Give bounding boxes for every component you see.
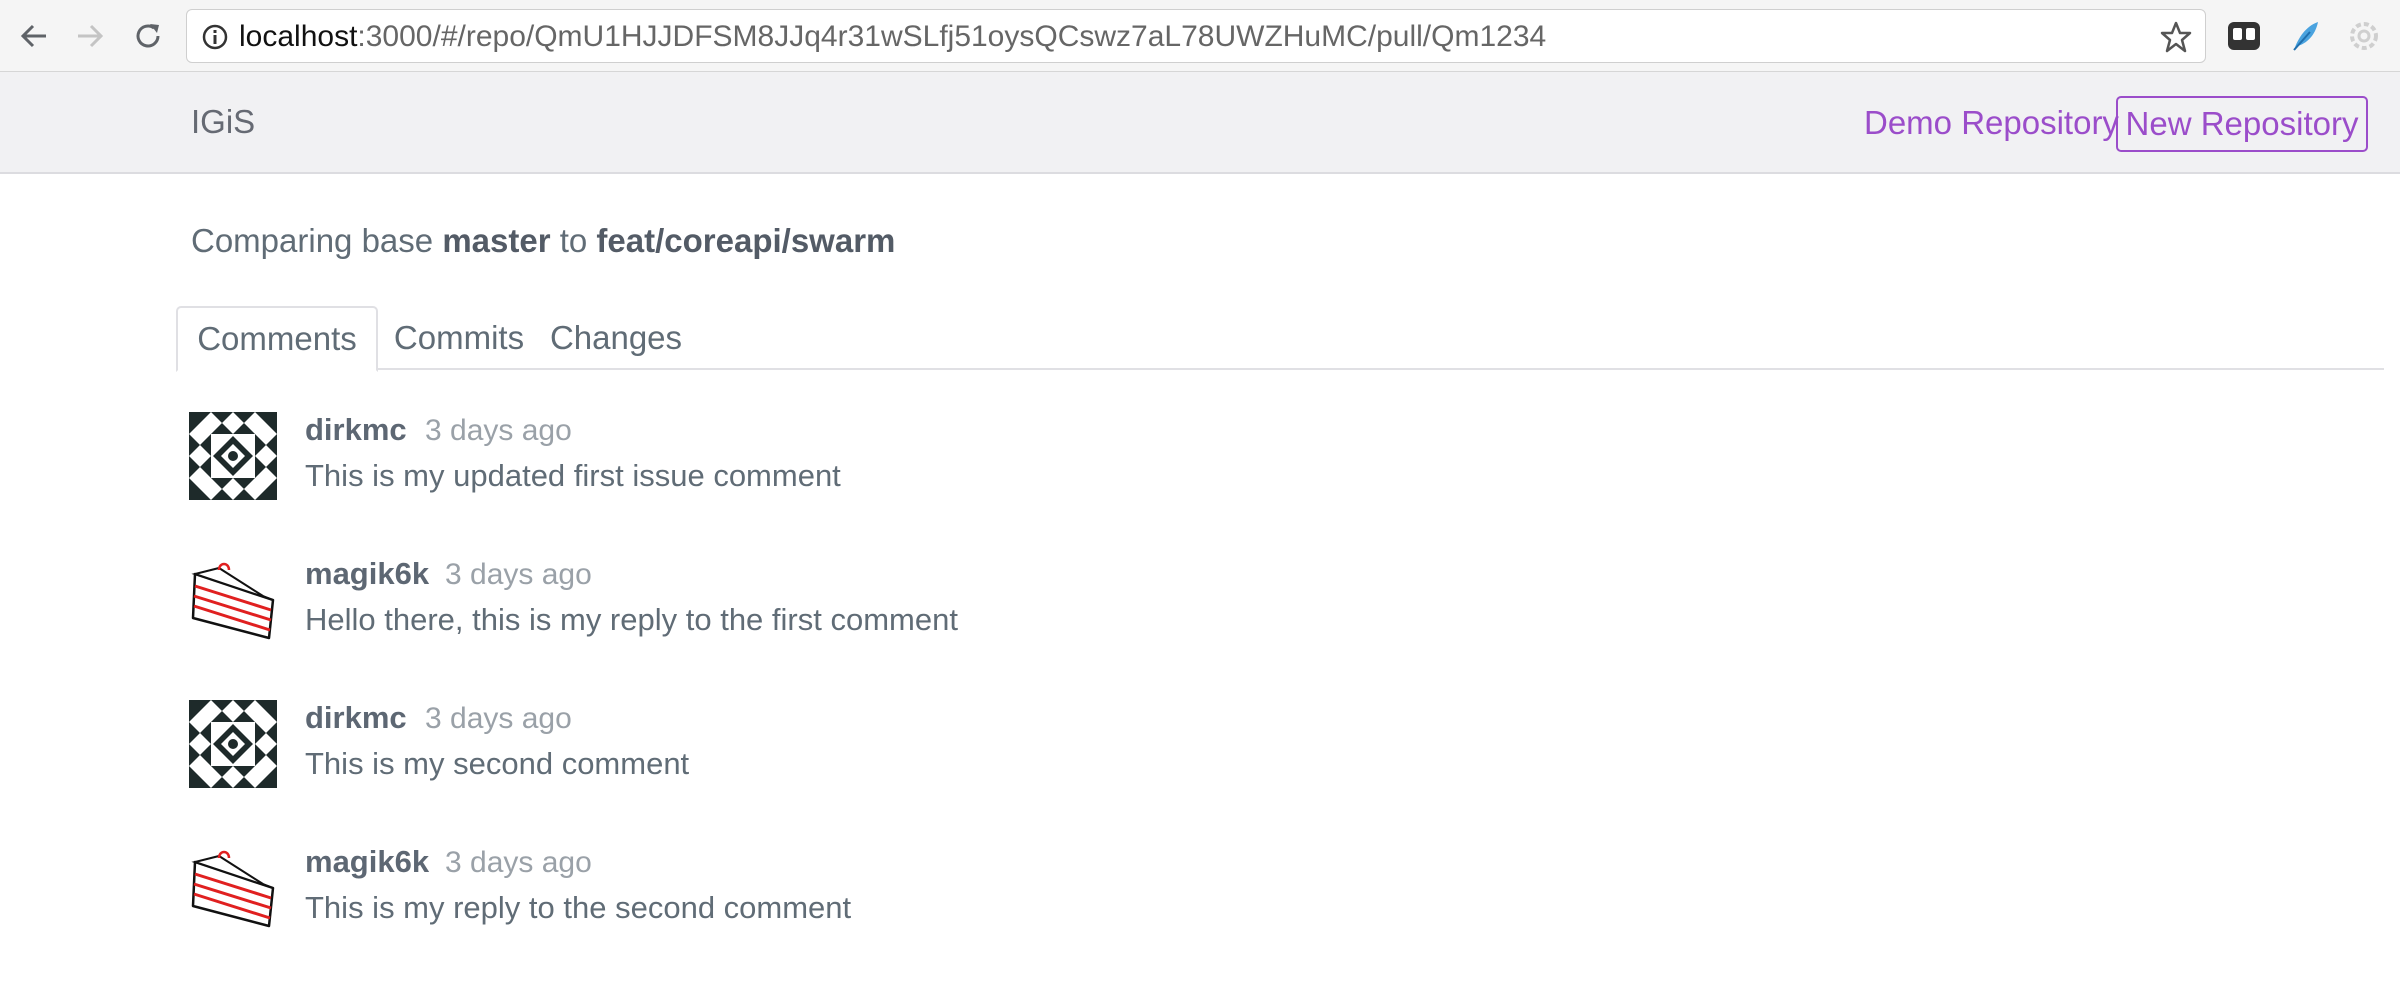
tab-changes[interactable]: Changes [540, 306, 692, 370]
app-navbar: IGiS Demo Repository New Repository [0, 72, 2400, 174]
comment-timestamp: 3 days ago [445, 558, 592, 591]
compare-prefix: Comparing base [191, 222, 434, 259]
reload-icon[interactable] [126, 14, 170, 58]
comment-author[interactable]: magik6k [305, 556, 429, 592]
browser-toolbar: localhost:3000/#/repo/QmU1HJJDFSM8JJq4r3… [0, 0, 2400, 72]
cake-slice-avatar [189, 844, 277, 932]
comment-item: dirkmc 3 days ago This is my second comm… [189, 700, 1989, 800]
comment-body: This is my reply to the second comment [305, 890, 852, 925]
comment-item: magik6k 3 days ago This is my reply to t… [189, 844, 1989, 944]
comment-body: This is my updated first issue comment [305, 458, 841, 493]
address-bar[interactable]: localhost:3000/#/repo/QmU1HJJDFSM8JJq4r3… [186, 9, 2206, 63]
url-text: localhost:3000/#/repo/QmU1HJJDFSM8JJq4r3… [239, 21, 1546, 53]
comment-timestamp: 3 days ago [425, 414, 572, 447]
tab-bar: Comments Commits Changes [176, 306, 2384, 372]
cake-slice-avatar [189, 556, 277, 644]
comment-author[interactable]: dirkmc [305, 700, 407, 736]
head-branch: feat/coreapi/swarm [596, 222, 896, 259]
comment-body: Hello there, this is my reply to the fir… [305, 602, 958, 637]
info-icon[interactable] [201, 23, 229, 56]
base-branch: master [442, 222, 551, 259]
comment-author[interactable]: dirkmc [305, 412, 407, 448]
feather-icon[interactable] [2288, 18, 2324, 54]
tab-commits[interactable]: Commits [386, 306, 532, 370]
ghostery-icon[interactable] [2226, 18, 2262, 54]
comment-timestamp: 3 days ago [445, 846, 592, 879]
compare-heading: Comparing base master to feat/coreapi/sw… [191, 222, 895, 260]
demo-repository-link[interactable]: Demo Repository [1864, 104, 2119, 142]
forward-arrow-icon[interactable] [68, 14, 112, 58]
star-icon[interactable] [2159, 20, 2193, 59]
comment-item: magik6k 3 days ago Hello there, this is … [189, 556, 1989, 656]
tab-comments[interactable]: Comments [176, 306, 378, 372]
settings-gear-icon[interactable] [2346, 18, 2382, 54]
comment-body: This is my second comment [305, 746, 690, 781]
new-repository-button[interactable]: New Repository [2116, 96, 2368, 152]
url-host: localhost [239, 20, 358, 53]
geometric-pattern-avatar [189, 700, 277, 788]
brand-logo-text[interactable]: IGiS [191, 103, 255, 141]
back-arrow-icon[interactable] [12, 14, 56, 58]
comment-timestamp: 3 days ago [425, 702, 572, 735]
compare-middle: to [559, 222, 588, 259]
geometric-pattern-avatar [189, 412, 277, 500]
comment-item: dirkmc 3 days ago This is my updated fir… [189, 412, 1989, 512]
url-path: :3000/#/repo/QmU1HJJDFSM8JJq4r31wSLfj51o… [357, 20, 1547, 53]
comment-author[interactable]: magik6k [305, 844, 429, 880]
